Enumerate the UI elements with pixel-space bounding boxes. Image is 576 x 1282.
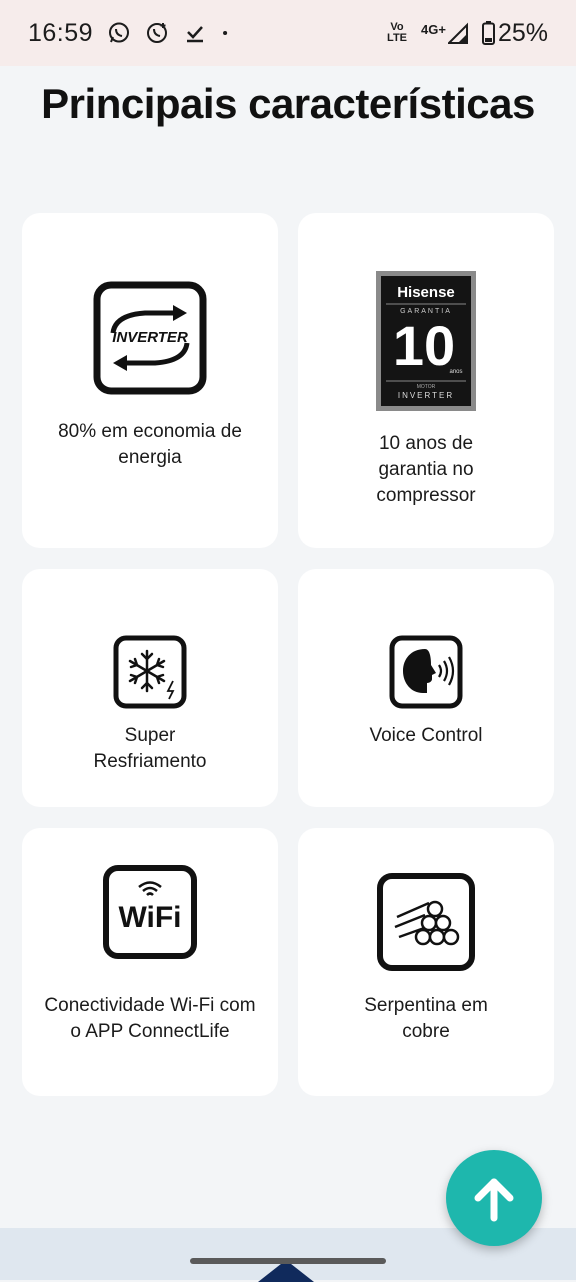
svg-text:MOTOR: MOTOR bbox=[417, 384, 436, 390]
feature-label: 10 anos de garantia no compressor bbox=[376, 433, 476, 506]
network-type: 4G+ bbox=[421, 22, 446, 37]
snowflake-icon bbox=[113, 635, 187, 709]
svg-text:Hisense: Hisense bbox=[397, 284, 455, 301]
feature-card-warranty: Hisense GARANTIA 10 anos MOTOR INVERTER … bbox=[298, 213, 554, 548]
feature-label: Super Resfriamento bbox=[93, 725, 207, 772]
hisense-warranty-badge: Hisense GARANTIA 10 anos MOTOR INVERTER bbox=[376, 271, 476, 411]
battery-icon bbox=[481, 21, 495, 45]
feature-card-wifi: WiFi Conectividade Wi-Fi com o APP Conne… bbox=[22, 828, 278, 1096]
feature-label: 80% em economia de energia bbox=[58, 421, 242, 468]
svg-text:10: 10 bbox=[393, 314, 455, 377]
feature-label: Voice Control bbox=[369, 725, 483, 746]
feature-card-copper: Serpentina em cobre bbox=[298, 828, 554, 1096]
feature-label: Conectividade Wi-Fi com o APP ConnectLif… bbox=[44, 995, 256, 1042]
status-bar: 16:59 Vo LTE 4G+ 25% bbox=[0, 0, 576, 66]
inverter-icon: INVERTER bbox=[93, 281, 207, 395]
page-title: Principais características bbox=[41, 80, 535, 127]
whatsapp-business-icon bbox=[147, 23, 168, 43]
whatsapp-icon bbox=[109, 22, 130, 43]
dot-icon bbox=[223, 30, 228, 36]
feature-card-inverter: INVERTER 80% em economia de energia bbox=[22, 213, 278, 548]
voice-control-icon bbox=[389, 635, 463, 709]
gesture-nav-handle[interactable] bbox=[190, 1258, 386, 1264]
svg-text:INVERTER: INVERTER bbox=[398, 391, 454, 400]
scroll-to-top-button[interactable] bbox=[446, 1150, 542, 1246]
status-time: 16:59 bbox=[28, 18, 94, 47]
signal-icon bbox=[447, 22, 468, 44]
wifi-icon: WiFi bbox=[103, 865, 197, 959]
feature-card-super-cooling: Super Resfriamento bbox=[22, 569, 278, 807]
download-done-icon bbox=[187, 26, 204, 43]
arrow-up-icon bbox=[474, 1178, 514, 1222]
feature-label: Serpentina em cobre bbox=[364, 995, 488, 1042]
battery-level: 25% bbox=[497, 18, 548, 47]
svg-text:WiFi: WiFi bbox=[118, 901, 181, 934]
copper-pipes-icon bbox=[377, 873, 475, 971]
inverter-icon-text: INVERTER bbox=[112, 329, 188, 346]
feature-card-voice-control: Voice Control bbox=[298, 569, 554, 807]
svg-text:anos: anos bbox=[449, 369, 462, 375]
volte-icon: Vo LTE bbox=[387, 21, 408, 44]
